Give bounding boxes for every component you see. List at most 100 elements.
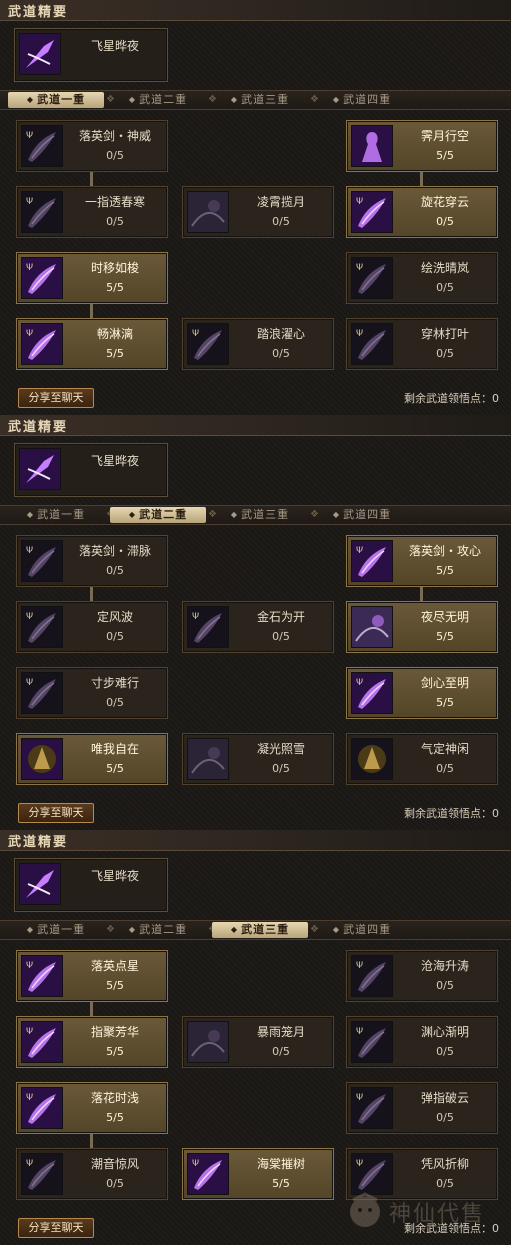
skill-node[interactable]: Ψ 时移如梭 5/5 xyxy=(16,252,168,304)
skill-node[interactable]: Ψ 剑心至明 5/5 xyxy=(346,667,498,719)
skill-node[interactable]: Ψ 落花时浅 5/5 xyxy=(16,1082,168,1134)
skill-level: 0/5 xyxy=(106,696,124,709)
flying-star-icon xyxy=(19,863,61,905)
skill-node[interactable]: Ψ 绘洗晴岚 0/5 xyxy=(346,252,498,304)
share-to-chat-button[interactable]: 分享至聊天 xyxy=(18,1218,94,1238)
finger-gather-icon: Ψ xyxy=(21,1021,63,1063)
essence-skill-name: 飞星晔夜 xyxy=(90,454,139,468)
svg-text:Ψ: Ψ xyxy=(26,263,33,273)
skill-node[interactable]: 凝光照雪 0/5 xyxy=(182,733,334,785)
tab-label: 武道二重 xyxy=(139,508,188,521)
skill-node[interactable]: 气定神闲 0/5 xyxy=(346,733,498,785)
tab-tier-2[interactable]: ◆ 武道二重 xyxy=(110,507,206,523)
skill-node[interactable]: Ψ 一指透春寒 0/5 xyxy=(16,186,168,238)
storm-moon-icon xyxy=(187,1021,229,1063)
svg-text:Ψ: Ψ xyxy=(26,546,33,556)
skill-name: 气定神闲 xyxy=(420,742,469,756)
skill-name: 海棠摧树 xyxy=(256,1157,305,1171)
tree-connector xyxy=(90,1001,93,1016)
tab-label: 武道一重 xyxy=(37,508,86,521)
tree-connector xyxy=(90,586,93,601)
skill-node[interactable]: 夜尽无明 5/5 xyxy=(346,601,498,653)
falling-flower-icon: Ψ xyxy=(21,1087,63,1129)
skill-level: 5/5 xyxy=(436,630,454,643)
tab-tier-1[interactable]: ◆ 武道一重 xyxy=(8,507,104,523)
tab-label: 武道四重 xyxy=(343,508,392,521)
skill-node[interactable]: Ψ 畅淋漓 5/5 xyxy=(16,318,168,370)
tab-label: 武道三重 xyxy=(241,923,290,936)
skill-node[interactable]: 暴雨笼月 0/5 xyxy=(182,1016,334,1068)
skill-node[interactable]: Ψ 寸步难行 0/5 xyxy=(16,667,168,719)
skill-node[interactable]: 凌霄揽月 0/5 xyxy=(182,186,334,238)
skill-level: 0/5 xyxy=(272,762,290,775)
tab-tier-2[interactable]: ◆ 武道二重 xyxy=(110,922,206,938)
watermark-logo: 神仙代售 xyxy=(345,1190,505,1234)
svg-text:Ψ: Ψ xyxy=(356,197,363,207)
skill-node[interactable]: Ψ 落英点星 5/5 xyxy=(16,950,168,1002)
sea-wave-icon: Ψ xyxy=(351,955,393,997)
skill-node[interactable]: Ψ 旋花穿云 0/5 xyxy=(346,186,498,238)
skill-name: 霁月行空 xyxy=(420,129,469,143)
skill-level: 0/5 xyxy=(436,979,454,992)
skill-name: 寸步难行 xyxy=(90,676,139,690)
skill-level: 5/5 xyxy=(272,1177,290,1190)
skill-node[interactable]: Ψ 指聚芳华 5/5 xyxy=(16,1016,168,1068)
svg-text:Ψ: Ψ xyxy=(356,546,363,556)
svg-text:Ψ: Ψ xyxy=(26,131,33,141)
essence-skill-name: 飞星晔夜 xyxy=(90,39,139,53)
tab-tier-1[interactable]: ◆ 武道一重 xyxy=(8,922,104,938)
svg-text:Ψ: Ψ xyxy=(356,1027,363,1037)
skill-node[interactable]: Ψ 金石为开 0/5 xyxy=(182,601,334,653)
skill-node[interactable]: Ψ 渊心渐明 0/5 xyxy=(346,1016,498,1068)
tab-tier-3[interactable]: ◆ 武道三重 xyxy=(212,507,308,523)
tree-connector xyxy=(90,303,93,318)
skill-level: 5/5 xyxy=(436,696,454,709)
skill-node[interactable]: Ψ 落英剑・神威 0/5 xyxy=(16,120,168,172)
share-to-chat-button[interactable]: 分享至聊天 xyxy=(18,803,94,823)
tab-tier-4[interactable]: ◆ 武道四重 xyxy=(314,92,410,108)
share-to-chat-button[interactable]: 分享至聊天 xyxy=(18,388,94,408)
skill-node[interactable]: Ψ 踏浪濯心 0/5 xyxy=(182,318,334,370)
skill-node[interactable]: 霁月行空 5/5 xyxy=(346,120,498,172)
tab-tier-4[interactable]: ◆ 武道四重 xyxy=(314,922,410,938)
essence-skill-name: 飞星晔夜 xyxy=(90,869,139,883)
tab-tier-2[interactable]: ◆ 武道二重 xyxy=(110,92,206,108)
tab-tier-3[interactable]: ◆ 武道三重 xyxy=(212,92,308,108)
diamond-icon: ◆ xyxy=(128,510,137,519)
skill-name: 时移如梭 xyxy=(90,261,139,275)
skill-node[interactable]: Ψ 穿林打叶 0/5 xyxy=(346,318,498,370)
skill-name: 落英剑・神威 xyxy=(78,129,151,143)
skill-name: 落英剑・滞脉 xyxy=(78,544,151,558)
skill-level: 0/5 xyxy=(436,1111,454,1124)
skill-name: 潮音惊风 xyxy=(90,1157,139,1171)
tab-tier-3[interactable]: ◆ 武道三重 xyxy=(212,922,308,938)
night-end-icon xyxy=(351,606,393,648)
tab-tier-1[interactable]: ◆ 武道一重 xyxy=(8,92,104,108)
skill-node[interactable]: Ψ 落英剑・滞脉 0/5 xyxy=(16,535,168,587)
tab-tier-4[interactable]: ◆ 武道四重 xyxy=(314,507,410,523)
skill-node[interactable]: Ψ 沧海升涛 0/5 xyxy=(346,950,498,1002)
skill-node[interactable]: Ψ 定风波 0/5 xyxy=(16,601,168,653)
skill-name: 夜尽无明 xyxy=(420,610,469,624)
skill-level: 0/5 xyxy=(272,215,290,228)
svg-text:Ψ: Ψ xyxy=(26,961,33,971)
leaf-strike-icon: Ψ xyxy=(351,323,393,365)
wave-step-icon: Ψ xyxy=(187,323,229,365)
skill-node[interactable]: Ψ 弹指破云 0/5 xyxy=(346,1082,498,1134)
svg-text:Ψ: Ψ xyxy=(356,263,363,273)
skill-name: 定风波 xyxy=(96,610,133,624)
skill-node[interactable]: Ψ 潮音惊风 0/5 xyxy=(16,1148,168,1200)
skill-level: 0/5 xyxy=(272,347,290,360)
skill-node[interactable]: Ψ 落英剑・攻心 5/5 xyxy=(346,535,498,587)
skill-name: 弹指破云 xyxy=(420,1091,469,1105)
essence-skill-slot[interactable]: 飞星晔夜 xyxy=(14,443,168,497)
skill-node[interactable]: 唯我自在 5/5 xyxy=(16,733,168,785)
spin-flower-icon: Ψ xyxy=(351,191,393,233)
skill-name: 凭风折柳 xyxy=(420,1157,469,1171)
svg-text:Ψ: Ψ xyxy=(26,1159,33,1169)
willow-wind-icon: Ψ xyxy=(351,1153,393,1195)
skill-node[interactable]: Ψ 海棠摧树 5/5 xyxy=(182,1148,334,1200)
essence-skill-slot[interactable]: 飞星晔夜 xyxy=(14,858,168,912)
essence-skill-slot[interactable]: 飞星晔夜 xyxy=(14,28,168,82)
skill-name: 落花时浅 xyxy=(90,1091,139,1105)
